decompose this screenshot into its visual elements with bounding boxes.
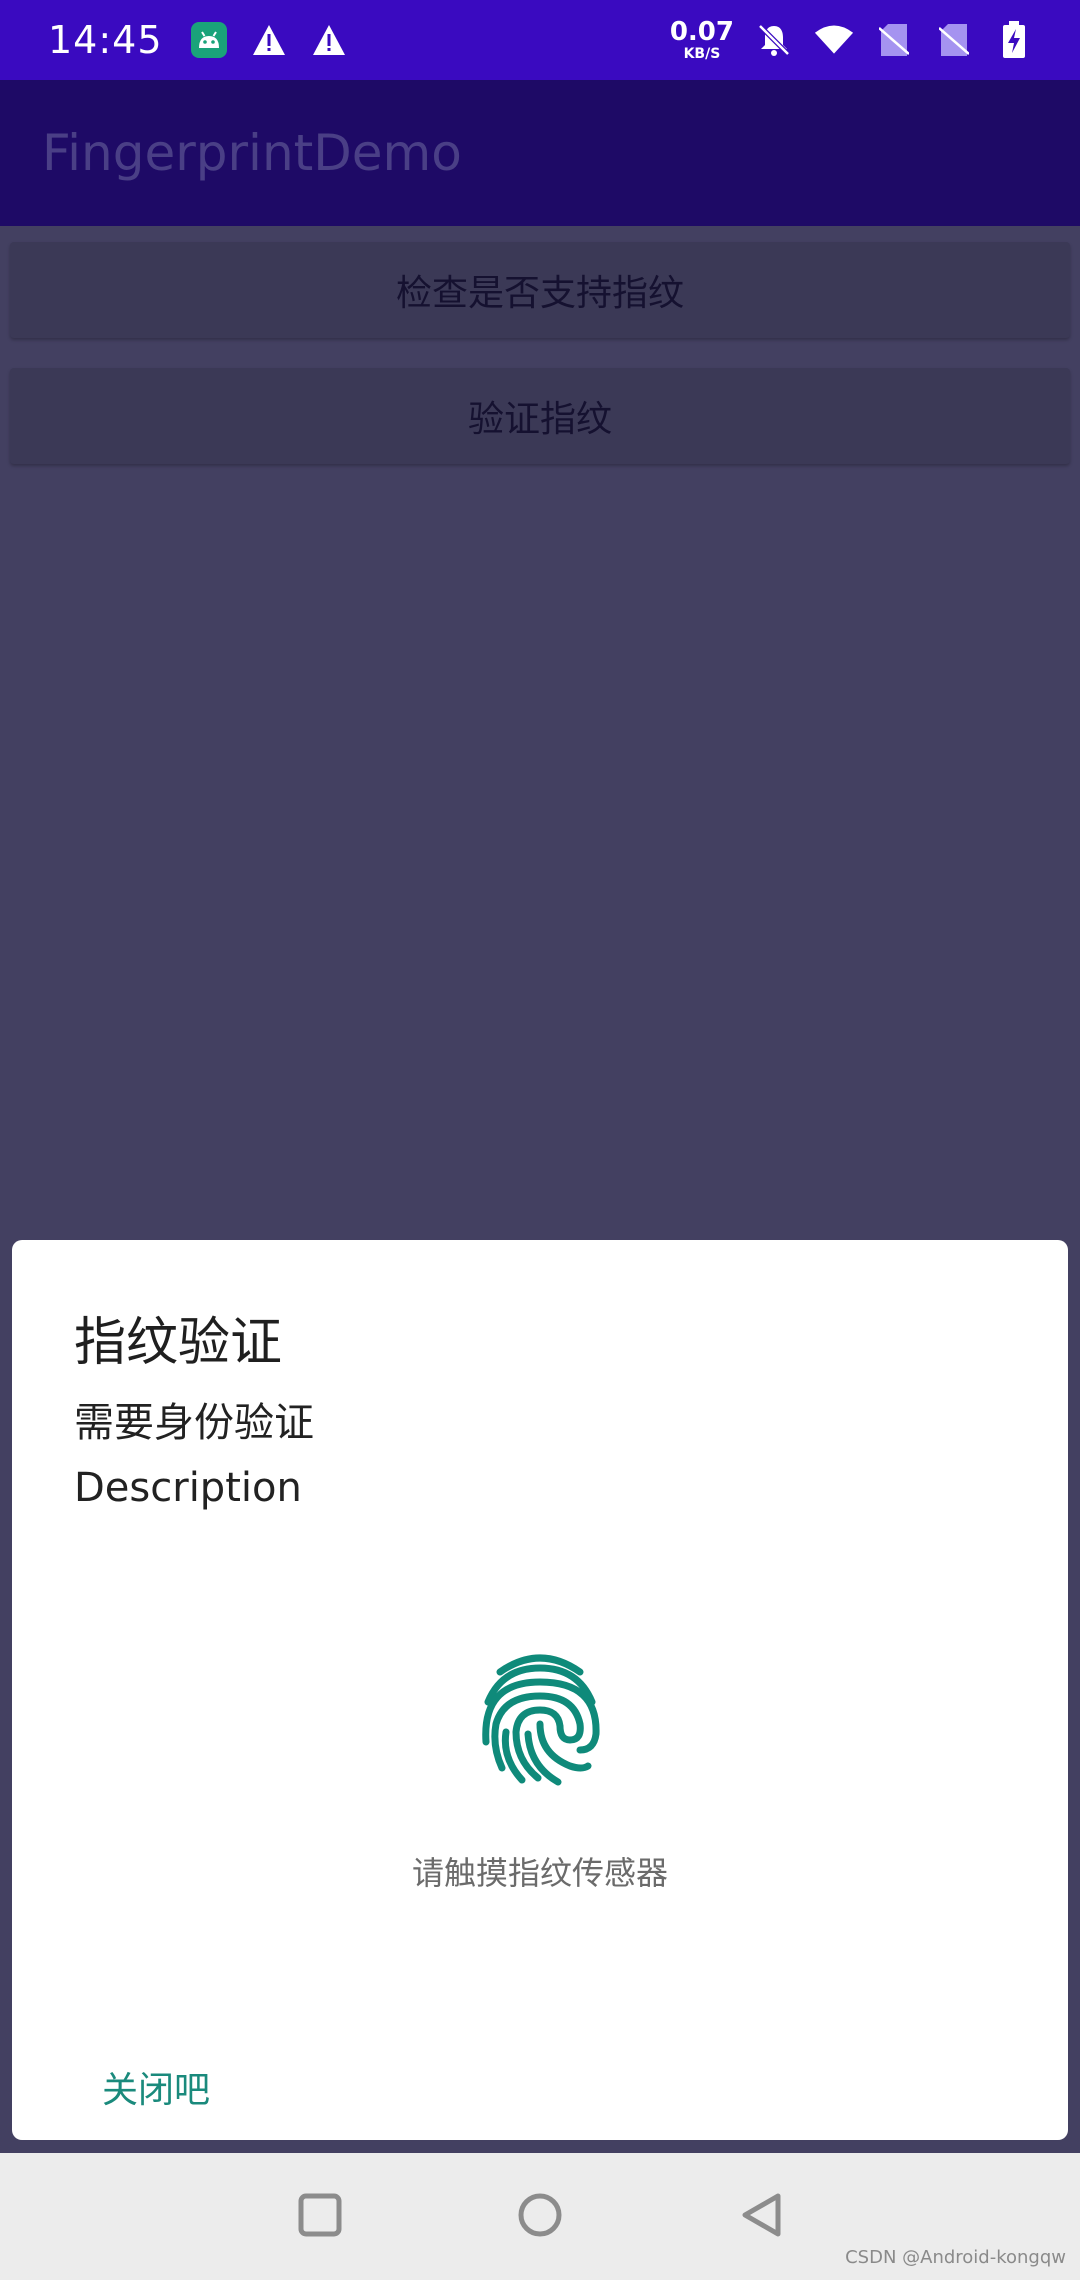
- fingerprint-icon: [478, 1650, 602, 1790]
- network-speed-unit: KB/S: [683, 46, 721, 62]
- biometric-prompt-dialog: 指纹验证 需要身份验证 Description 请触摸指纹传感器 关闭吧: [12, 1240, 1068, 2140]
- battery-charging-icon: [994, 20, 1034, 60]
- status-bar: 14:45 0.07 KB/S: [0, 0, 1080, 80]
- status-time: 14:45: [48, 18, 163, 62]
- no-sim-icon: [934, 20, 974, 60]
- back-triangle-icon[interactable]: [732, 2185, 792, 2245]
- warning-icon: [309, 20, 349, 60]
- dialog-subtitle: 需要身份验证: [74, 1400, 314, 1446]
- dialog-description: Description: [74, 1465, 302, 1511]
- dialog-title: 指纹验证: [74, 1313, 283, 1373]
- watermark: CSDN @Android-kongqw: [845, 2247, 1066, 2268]
- check-fingerprint-support-button[interactable]: 检查是否支持指纹: [10, 242, 1070, 338]
- network-speed: 0.07 KB/S: [670, 19, 734, 61]
- wifi-icon: [814, 20, 854, 60]
- status-notification-icons: [189, 20, 349, 60]
- status-system-icons: 0.07 KB/S: [670, 19, 1034, 61]
- home-circle-icon[interactable]: [510, 2185, 570, 2245]
- app-title: FingerprintDemo: [42, 124, 462, 182]
- navigation-bar: CSDN @Android-kongqw: [0, 2153, 1080, 2280]
- no-sim-icon: [874, 20, 914, 60]
- fingerprint-hint: 请触摸指纹传感器: [411, 1854, 668, 1892]
- app-bar: FingerprintDemo: [0, 80, 1080, 226]
- verify-fingerprint-button[interactable]: 验证指纹: [10, 368, 1070, 464]
- recents-square-icon[interactable]: [290, 2185, 350, 2245]
- network-speed-value: 0.07: [669, 17, 734, 47]
- app-screen: 14:45 0.07 KB/S FingerprintDemo 检查是否支持指纹…: [0, 0, 1080, 2280]
- dialog-close-button[interactable]: 关闭吧: [88, 2055, 224, 2119]
- warning-icon: [249, 20, 289, 60]
- bell-off-icon: [754, 20, 794, 60]
- android-debug-icon: [189, 20, 229, 60]
